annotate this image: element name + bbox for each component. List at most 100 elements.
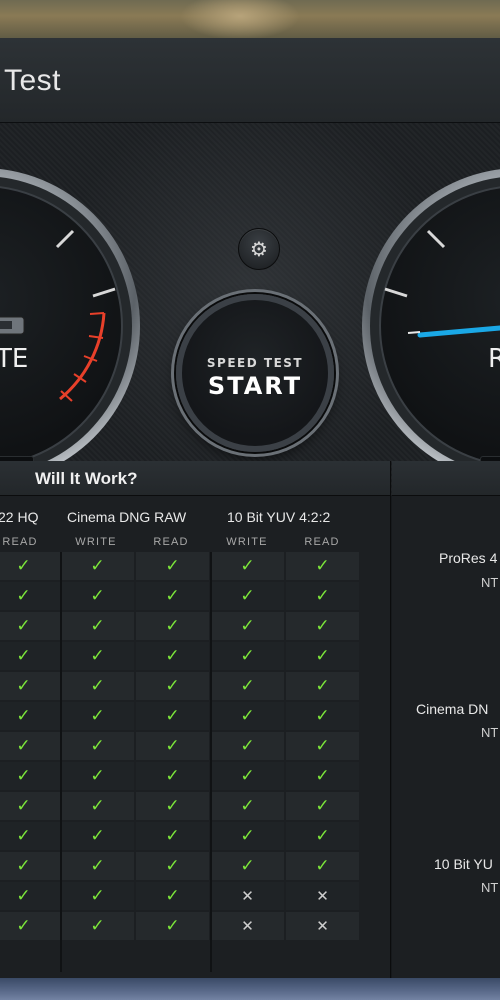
check-icon: ✓ — [0, 912, 60, 940]
check-icon: ✓ — [211, 582, 284, 610]
table-row: ✓ ✓ ✓ ✓ ✓ — [0, 582, 362, 612]
check-icon: ✓ — [61, 912, 134, 940]
how-fast-item-sub: NT — [481, 575, 499, 590]
check-icon: ✓ — [61, 612, 134, 640]
check-icon: ✓ — [286, 792, 359, 820]
check-icon: ✓ — [136, 912, 209, 940]
write-label: TE — [0, 344, 29, 374]
how-fast-header — [392, 461, 500, 496]
how-fast-item-name: Cinema DN — [416, 701, 489, 717]
check-icon: ✓ — [61, 822, 134, 850]
column-cinema-dng: Cinema DNG RAW — [67, 509, 187, 525]
check-icon: ✓ — [286, 852, 359, 880]
cross-icon: ✕ — [211, 882, 284, 910]
subhead-read: READ — [2, 536, 38, 548]
check-icon: ✓ — [61, 792, 134, 820]
check-icon: ✓ — [0, 552, 60, 580]
table-row: ✓ ✓ ✓ ✕ ✕ — [0, 912, 362, 942]
check-icon: ✓ — [61, 882, 134, 910]
check-icon: ✓ — [136, 672, 209, 700]
table-row: ✓ ✓ ✓ ✓ ✓ — [0, 762, 362, 792]
column-divider — [60, 552, 62, 972]
check-icon: ✓ — [0, 582, 60, 610]
check-icon: ✓ — [286, 672, 359, 700]
read-label: R — [488, 344, 500, 374]
check-icon: ✓ — [136, 852, 209, 880]
check-icon: ✓ — [286, 552, 359, 580]
check-icon: ✓ — [286, 642, 359, 670]
check-icon: ✓ — [61, 552, 134, 580]
check-icon: ✓ — [211, 642, 284, 670]
check-icon: ✓ — [61, 852, 134, 880]
check-icon: ✓ — [0, 732, 60, 760]
check-icon: ✓ — [61, 582, 134, 610]
check-icon: ✓ — [286, 612, 359, 640]
check-icon: ✓ — [286, 822, 359, 850]
window-title: Test — [4, 64, 62, 97]
will-it-work-panel: Will It Work? 22 HQ Cinema DNG RAW 10 Bi… — [0, 461, 391, 978]
check-icon: ✓ — [211, 552, 284, 580]
check-icon: ✓ — [286, 702, 359, 730]
check-icon: ✓ — [211, 702, 284, 730]
check-icon: ✓ — [0, 642, 60, 670]
check-icon: ✓ — [136, 552, 209, 580]
check-icon: ✓ — [136, 822, 209, 850]
check-icon: ✓ — [211, 612, 284, 640]
check-icon: ✓ — [211, 822, 284, 850]
desktop-wallpaper-top — [0, 0, 500, 40]
check-icon: ✓ — [286, 582, 359, 610]
check-icon: ✓ — [211, 732, 284, 760]
check-icon: ✓ — [0, 702, 60, 730]
settings-button[interactable]: ⚙ — [238, 228, 280, 270]
check-icon: ✓ — [136, 792, 209, 820]
table-row: ✓ ✓ ✓ ✓ ✓ — [0, 822, 362, 852]
check-icon: ✓ — [136, 882, 209, 910]
title-bar[interactable]: Test — [0, 38, 500, 123]
subhead-read: READ — [153, 536, 189, 548]
check-icon: ✓ — [211, 792, 284, 820]
subhead-write: WRITE — [226, 536, 268, 548]
write-speed-gauge — [0, 169, 140, 483]
table-row: ✓ ✓ ✓ ✓ ✓ — [0, 672, 362, 702]
check-icon: ✓ — [136, 612, 209, 640]
table-row: ✓ ✓ ✓ ✓ ✓ — [0, 612, 362, 642]
gauge-area: TE 19 s R 9 ⚙ SPEED TEST START — [0, 123, 500, 512]
check-icon: ✓ — [286, 732, 359, 760]
table-row: ✓ ✓ ✓ ✓ ✓ — [0, 642, 362, 672]
check-icon: ✓ — [211, 852, 284, 880]
speed-test-window: Test TE R ⚙ SPEED TEST START Will It Wor… — [0, 38, 500, 978]
check-icon: ✓ — [136, 642, 209, 670]
check-icon: ✓ — [136, 762, 209, 790]
check-icon: ✓ — [136, 582, 209, 610]
table-row: ✓ ✓ ✓ ✓ ✓ — [0, 552, 362, 582]
subhead-read: READ — [304, 536, 340, 548]
how-fast-item-sub: NT — [481, 880, 499, 895]
table-row: ✓ ✓ ✓ ✓ ✓ — [0, 852, 362, 882]
how-fast-item-name: ProRes 4 — [439, 550, 498, 566]
column-prores-hq: 22 HQ — [0, 509, 39, 525]
check-icon: ✓ — [211, 762, 284, 790]
check-icon: ✓ — [136, 732, 209, 760]
check-icon: ✓ — [0, 822, 60, 850]
check-icon: ✓ — [0, 792, 60, 820]
check-icon: ✓ — [0, 882, 60, 910]
check-icon: ✓ — [0, 852, 60, 880]
cross-icon: ✕ — [286, 912, 359, 940]
table-row: ✓ ✓ ✓ ✓ ✓ — [0, 732, 362, 762]
check-icon: ✓ — [211, 672, 284, 700]
table-row: ✓ ✓ ✓ ✓ ✓ — [0, 702, 362, 732]
check-icon: ✓ — [0, 762, 60, 790]
cross-icon: ✕ — [211, 912, 284, 940]
start-caption: SPEED TEST — [206, 356, 304, 370]
cross-icon: ✕ — [286, 882, 359, 910]
gear-icon: ⚙ — [250, 237, 268, 261]
check-icon: ✓ — [286, 762, 359, 790]
start-button[interactable]: SPEED TEST START — [176, 294, 334, 452]
check-icon: ✓ — [0, 612, 60, 640]
will-it-work-title: Will It Work? — [35, 469, 138, 488]
check-icon: ✓ — [61, 672, 134, 700]
subhead-write: WRITE — [75, 536, 117, 548]
read-speed-gauge — [362, 169, 500, 483]
check-icon: ✓ — [61, 642, 134, 670]
check-icon: ✓ — [61, 702, 134, 730]
